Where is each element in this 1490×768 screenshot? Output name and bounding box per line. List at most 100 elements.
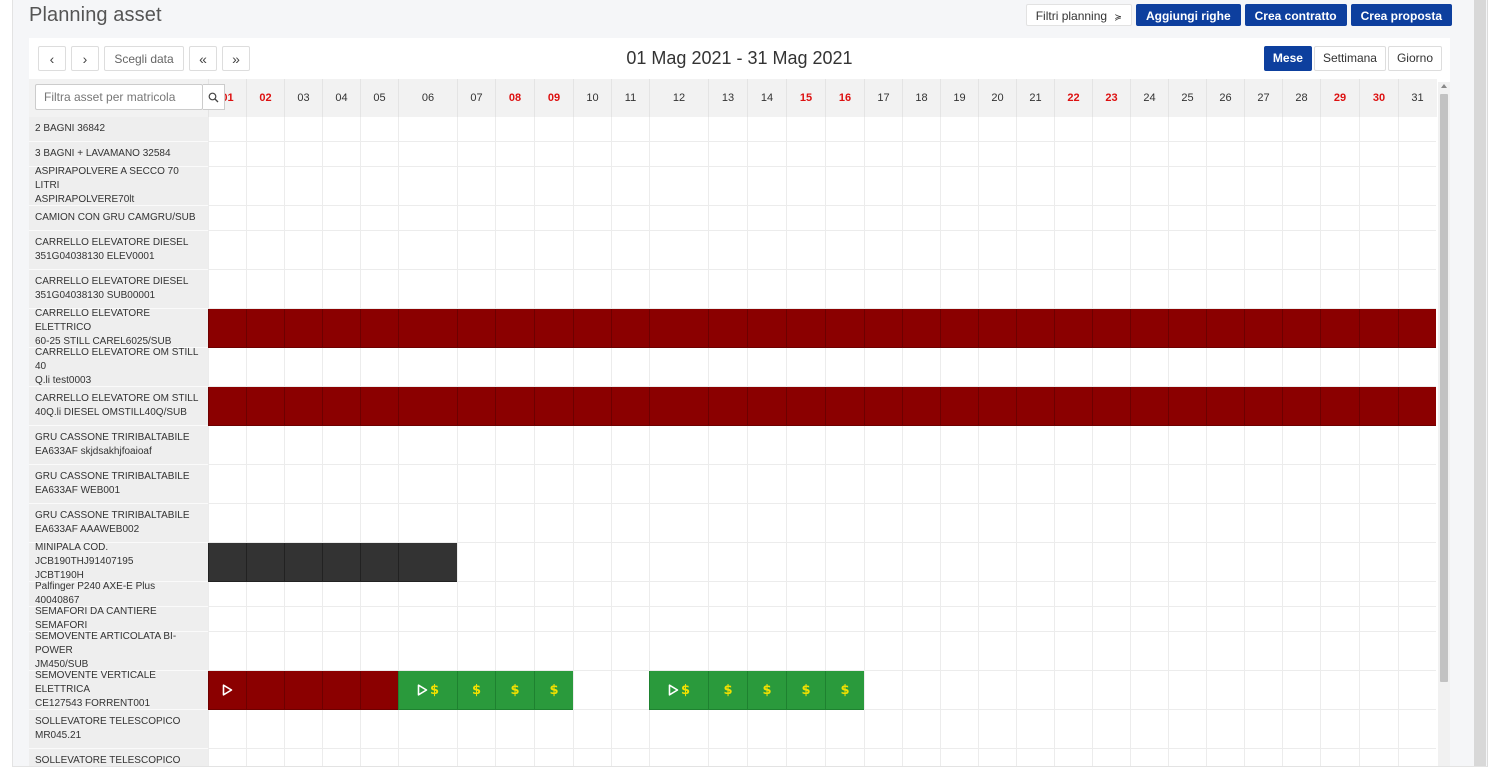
planning-cell[interactable] xyxy=(978,348,1016,387)
planning-cell[interactable] xyxy=(246,270,284,309)
planning-cell[interactable] xyxy=(457,206,495,231)
planning-cell[interactable] xyxy=(360,607,398,632)
planning-cell[interactable] xyxy=(1168,348,1206,387)
planning-cell[interactable] xyxy=(573,231,611,270)
planning-cell[interactable] xyxy=(1359,142,1398,167)
planning-cell[interactable] xyxy=(322,426,360,465)
planning-cell[interactable] xyxy=(284,710,322,749)
planning-cell[interactable] xyxy=(1092,206,1130,231)
planning-cell[interactable] xyxy=(284,117,322,142)
booking-cell-red[interactable] xyxy=(322,387,360,426)
planning-cell[interactable] xyxy=(1092,465,1130,504)
booking-cell-red[interactable] xyxy=(1016,309,1054,348)
planning-cell[interactable] xyxy=(573,270,611,309)
planning-cell[interactable] xyxy=(864,632,902,671)
planning-cell[interactable] xyxy=(495,167,534,206)
asset-row-label[interactable]: CARRELLO ELEVATORE OM STILL 40 Q.li test0… xyxy=(29,347,208,387)
planning-cell[interactable] xyxy=(246,426,284,465)
planning-cell[interactable] xyxy=(1398,231,1436,270)
planning-cell[interactable] xyxy=(864,348,902,387)
planning-cell[interactable] xyxy=(573,142,611,167)
planning-cell[interactable] xyxy=(1206,710,1244,749)
planning-cell[interactable] xyxy=(902,749,940,766)
planning-cell[interactable] xyxy=(246,632,284,671)
planning-cell[interactable] xyxy=(902,117,940,142)
planning-cell[interactable] xyxy=(940,167,978,206)
planning-cell[interactable] xyxy=(457,710,495,749)
planning-cell[interactable] xyxy=(1206,117,1244,142)
planning-cell[interactable] xyxy=(1359,426,1398,465)
planning-cell[interactable] xyxy=(1244,167,1282,206)
add-rows-button[interactable]: Aggiungi righe xyxy=(1135,4,1241,26)
planning-cell[interactable] xyxy=(573,206,611,231)
planning-cell[interactable] xyxy=(1054,582,1092,607)
booking-cell-red[interactable] xyxy=(1359,309,1398,348)
planning-cell[interactable] xyxy=(1092,426,1130,465)
planning-cell[interactable] xyxy=(1398,582,1436,607)
planning-cell[interactable] xyxy=(786,426,825,465)
planning-cell[interactable] xyxy=(1282,749,1320,766)
planning-cell[interactable] xyxy=(708,348,747,387)
asset-row-label[interactable]: SOLLEVATORE TELESCOPICO ROTO xyxy=(29,749,208,766)
planning-cell[interactable] xyxy=(534,426,573,465)
booking-cell-green[interactable]: $ xyxy=(398,671,457,710)
planning-cell[interactable] xyxy=(978,543,1016,582)
planning-cell[interactable] xyxy=(649,710,708,749)
planning-cell[interactable] xyxy=(649,749,708,766)
planning-cell[interactable] xyxy=(611,142,649,167)
planning-cell[interactable] xyxy=(902,426,940,465)
booking-cell-red[interactable] xyxy=(825,309,864,348)
planning-cell[interactable] xyxy=(284,465,322,504)
booking-cell-red[interactable] xyxy=(246,309,284,348)
planning-cell[interactable] xyxy=(284,167,322,206)
planning-cell[interactable] xyxy=(1206,632,1244,671)
planning-cell[interactable] xyxy=(902,632,940,671)
planning-cell[interactable] xyxy=(611,426,649,465)
planning-cell[interactable] xyxy=(1320,117,1359,142)
booking-cell-red[interactable] xyxy=(1168,387,1206,426)
planning-cell[interactable] xyxy=(611,710,649,749)
view-month-button[interactable]: Mese xyxy=(1263,46,1312,71)
booking-cell-red[interactable] xyxy=(573,309,611,348)
planning-cell[interactable] xyxy=(825,117,864,142)
planning-cell[interactable] xyxy=(825,543,864,582)
planning-cell[interactable] xyxy=(1359,167,1398,206)
planning-cell[interactable] xyxy=(1168,426,1206,465)
planning-cell[interactable] xyxy=(747,206,786,231)
planning-cell[interactable] xyxy=(1282,710,1320,749)
booking-cell-red[interactable] xyxy=(611,387,649,426)
planning-cell[interactable] xyxy=(534,582,573,607)
planning-cell[interactable] xyxy=(864,465,902,504)
booking-cell-red[interactable] xyxy=(457,309,495,348)
planning-cell[interactable] xyxy=(1054,348,1092,387)
planning-cell[interactable] xyxy=(534,543,573,582)
planning-cell[interactable] xyxy=(1016,231,1054,270)
asset-row-label[interactable]: 3 BAGNI + LAVAMANO 32584 xyxy=(29,142,208,167)
planning-cell[interactable] xyxy=(1054,671,1092,710)
planning-cell[interactable] xyxy=(1130,426,1168,465)
planning-cell[interactable] xyxy=(246,348,284,387)
planning-cell[interactable] xyxy=(534,607,573,632)
asset-row-label[interactable]: MINIPALA COD. JCB190THJ91407195 JCBT190H xyxy=(29,542,208,582)
planning-cell[interactable] xyxy=(1016,543,1054,582)
view-week-button[interactable]: Settimana xyxy=(1313,46,1386,71)
planning-cell[interactable] xyxy=(360,749,398,766)
planning-cell[interactable] xyxy=(398,167,457,206)
asset-filter-input[interactable] xyxy=(44,86,184,108)
planning-cell[interactable] xyxy=(708,117,747,142)
planning-cell[interactable] xyxy=(360,206,398,231)
planning-cell[interactable] xyxy=(747,270,786,309)
booking-cell-dark[interactable] xyxy=(398,543,457,582)
booking-cell-red[interactable] xyxy=(1282,309,1320,348)
planning-cell[interactable] xyxy=(208,167,246,206)
planning-cell[interactable] xyxy=(1168,607,1206,632)
planning-cell[interactable] xyxy=(1130,465,1168,504)
planning-cell[interactable] xyxy=(1244,348,1282,387)
planning-cell[interactable] xyxy=(573,710,611,749)
planning-cell[interactable] xyxy=(398,504,457,543)
planning-cell[interactable] xyxy=(246,142,284,167)
planning-cell[interactable] xyxy=(1092,167,1130,206)
planning-cell[interactable] xyxy=(747,231,786,270)
planning-cell[interactable] xyxy=(360,142,398,167)
planning-cell[interactable] xyxy=(1168,504,1206,543)
